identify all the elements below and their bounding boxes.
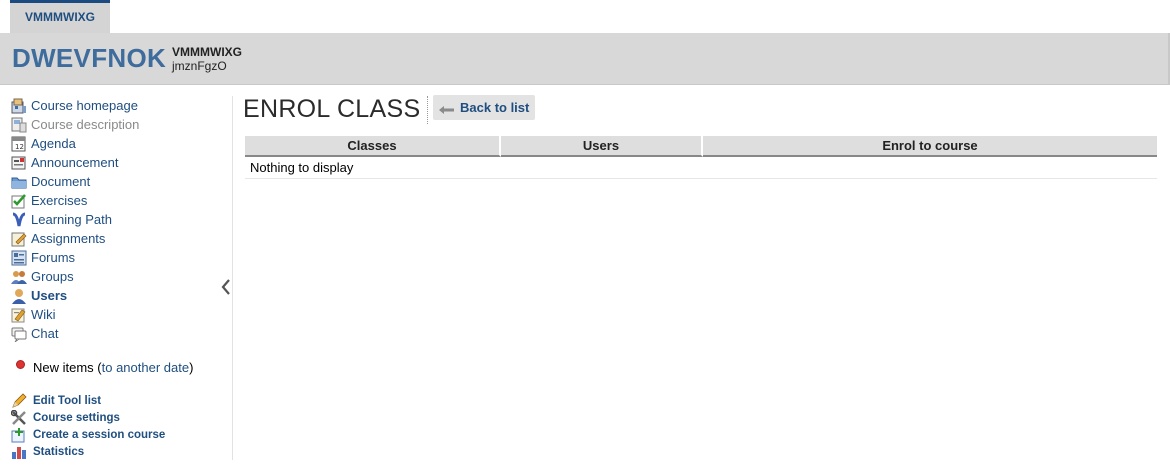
page-title: ENROL CLASS: [243, 95, 421, 123]
admin-item-course-settings[interactable]: Course settings: [10, 409, 165, 426]
empty-table-message: Nothing to display: [245, 157, 1157, 179]
description-icon: [11, 117, 27, 133]
new-items-suffix: ): [189, 360, 194, 375]
sidebar: Course homepage Course description 12 Ag…: [10, 96, 233, 459]
table-header-row: Classes Users Enrol to course: [245, 136, 1157, 157]
collapse-sidebar-chevron-left-icon[interactable]: [220, 278, 232, 296]
sidebar-item-forums[interactable]: Forums: [11, 248, 233, 267]
sidebar-link-exercises[interactable]: Exercises: [31, 193, 87, 208]
sidebar-link-course-homepage[interactable]: Course homepage: [31, 98, 138, 113]
tools-icon: [10, 409, 27, 426]
sidebar-item-course-description[interactable]: Course description: [11, 115, 233, 134]
sidebar-item-users[interactable]: Users: [11, 286, 233, 305]
wiki-icon: [11, 307, 27, 323]
sidebar-link-assignments[interactable]: Assignments: [31, 231, 105, 246]
pencil-icon: [11, 392, 27, 409]
chat-icon: [11, 326, 27, 342]
table-row: Nothing to display: [245, 157, 1157, 179]
sidebar-link-course-description[interactable]: Course description: [31, 117, 139, 132]
sidebar-item-announcement[interactable]: Announcement: [11, 153, 233, 172]
course-admin-list: Edit Tool list Course settings Create a …: [10, 392, 165, 460]
new-item-dot-icon: [16, 360, 25, 369]
top-bar: VMMMWIXG: [0, 0, 1170, 33]
sidebar-item-wiki[interactable]: Wiki: [11, 305, 233, 324]
admin-link-course-settings[interactable]: Course settings: [33, 412, 120, 424]
sidebar-item-course-homepage[interactable]: Course homepage: [11, 96, 233, 115]
admin-link-edit-tool-list[interactable]: Edit Tool list: [33, 395, 101, 407]
sidebar-divider: [232, 96, 233, 460]
sidebar-link-groups[interactable]: Groups: [31, 269, 74, 284]
learning-path-icon: [11, 212, 27, 228]
statistics-icon: [11, 444, 27, 460]
title-separator: [427, 96, 428, 124]
calendar-icon: 12: [11, 136, 27, 152]
back-to-list-button[interactable]: Back to list: [433, 95, 536, 120]
course-name: VMMMWIXG: [172, 45, 242, 59]
sidebar-link-chat[interactable]: Chat: [31, 326, 58, 341]
folder-icon: [11, 174, 27, 190]
admin-item-statistics[interactable]: Statistics: [11, 443, 165, 460]
admin-item-create-session-course[interactable]: Create a session course: [11, 426, 165, 443]
course-code[interactable]: DWEVFNOK: [12, 43, 166, 73]
home-icon: [11, 98, 27, 114]
sidebar-item-document[interactable]: Document: [11, 172, 233, 191]
sidebar-link-learning-path[interactable]: Learning Path: [31, 212, 112, 227]
course-header: DWEVFNOK VMMMWIXG jmznFgzO: [0, 33, 1170, 85]
column-header-users[interactable]: Users: [501, 136, 703, 157]
sidebar-item-assignments[interactable]: Assignments: [11, 229, 233, 248]
sidebar-link-announcement[interactable]: Announcement: [31, 155, 118, 170]
user-icon: [11, 288, 27, 304]
admin-item-edit-tool-list[interactable]: Edit Tool list: [11, 392, 165, 409]
sidebar-link-forums[interactable]: Forums: [31, 250, 75, 265]
new-items-prefix: New items (: [33, 360, 102, 375]
sidebar-link-agenda[interactable]: Agenda: [31, 136, 76, 151]
svg-text:12: 12: [15, 143, 24, 151]
admin-link-create-session-course[interactable]: Create a session course: [33, 429, 165, 441]
sidebar-item-groups[interactable]: Groups: [11, 267, 233, 286]
forum-icon: [11, 250, 27, 266]
back-arrow-icon: [439, 103, 455, 114]
assignment-icon: [11, 231, 27, 247]
column-header-classes[interactable]: Classes: [245, 136, 501, 157]
sidebar-item-learning-path[interactable]: Learning Path: [11, 210, 233, 229]
admin-link-statistics[interactable]: Statistics: [33, 446, 84, 458]
enrol-class-table: Classes Users Enrol to course Nothing to…: [245, 136, 1157, 179]
session-icon: [11, 427, 27, 443]
groups-icon: [11, 269, 27, 285]
check-icon: [11, 193, 27, 209]
course-tab[interactable]: VMMMWIXG: [10, 0, 110, 33]
sidebar-item-agenda[interactable]: 12 Agenda: [11, 134, 233, 153]
sidebar-item-exercises[interactable]: Exercises: [11, 191, 233, 210]
tool-list: Course homepage Course description 12 Ag…: [11, 96, 233, 343]
course-meta: VMMMWIXG jmznFgzO: [172, 45, 242, 73]
sidebar-link-document[interactable]: Document: [31, 174, 90, 189]
course-titular: jmznFgzO: [172, 59, 227, 73]
new-items: New items (to another date): [16, 360, 193, 375]
announcement-icon: [11, 155, 27, 171]
sidebar-link-wiki[interactable]: Wiki: [31, 307, 56, 322]
sidebar-link-users[interactable]: Users: [31, 288, 67, 303]
sidebar-item-chat[interactable]: Chat: [11, 324, 233, 343]
column-header-enrol-to-course[interactable]: Enrol to course: [703, 136, 1157, 157]
new-items-date-link[interactable]: to another date: [102, 360, 189, 375]
back-to-list-label: Back to list: [460, 100, 530, 115]
